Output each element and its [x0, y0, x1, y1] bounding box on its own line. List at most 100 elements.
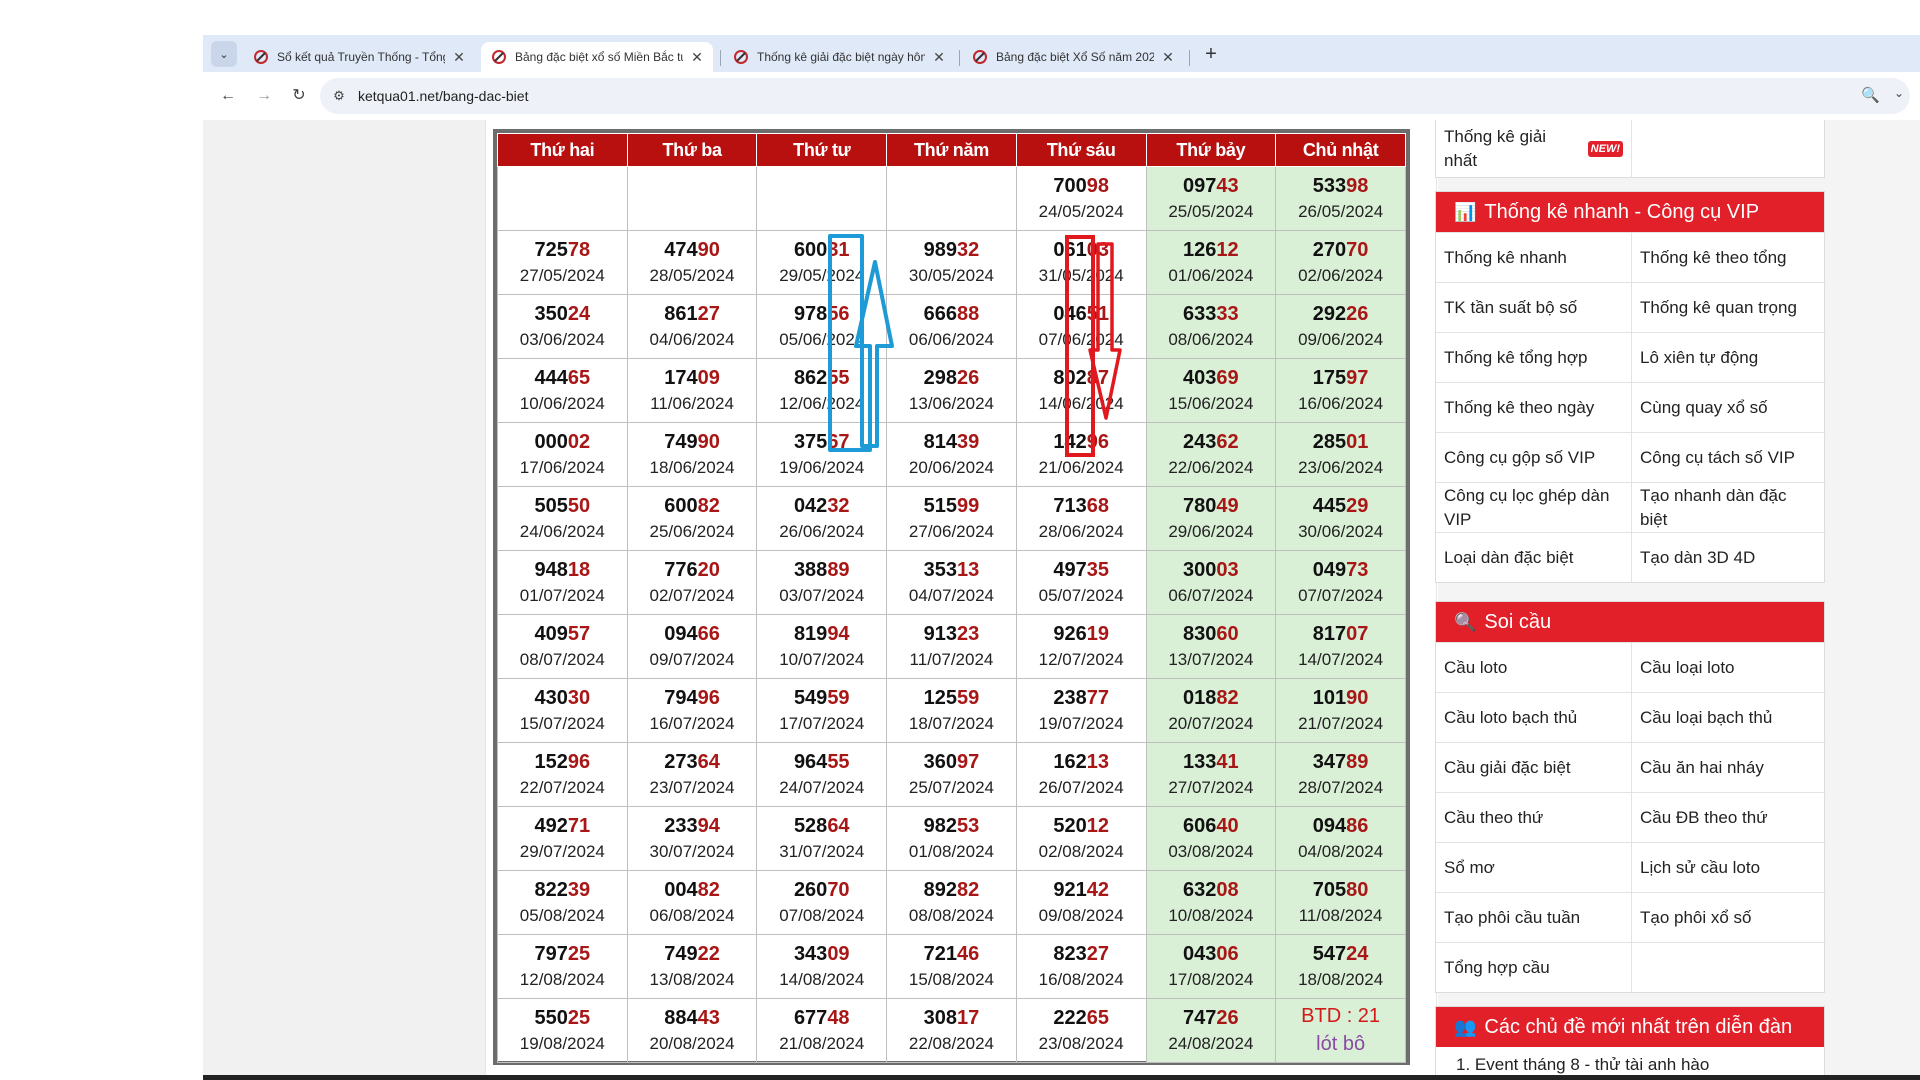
reload-button[interactable]: ↻: [287, 84, 311, 108]
site-favicon-icon: [734, 50, 748, 64]
sidebar-link[interactable]: Tạo dàn 3D 4D: [1631, 532, 1826, 582]
tab-bang-dac-biet-2024[interactable]: Bảng đặc biệt Xổ Số năm 2024 ✕: [962, 42, 1184, 72]
result-cell: 04306 17/08/2024: [1145, 934, 1277, 999]
prize-number: 04973: [1276, 557, 1405, 583]
prize-number: 09466: [628, 621, 757, 647]
forward-button[interactable]: →: [252, 84, 276, 108]
sidebar-link[interactable]: Cầu giải đặc biệt: [1436, 742, 1631, 792]
close-icon[interactable]: ✕: [931, 49, 947, 66]
result-cell: 97856 05/06/2024: [756, 294, 888, 359]
site-info-icon[interactable]: ⚙: [330, 87, 348, 105]
sidebar-link[interactable]: Thống kê quan trọng: [1631, 282, 1826, 332]
tab-bang-dac-biet[interactable]: Bảng đặc biệt xổ số Miền Bắc tu ✕: [481, 42, 713, 72]
sidebar-link[interactable]: Cầu loại bạch thủ: [1631, 692, 1826, 742]
back-button[interactable]: ←: [216, 84, 240, 108]
prize-number-head: 174: [664, 366, 698, 389]
draw-date: 21/07/2024: [1298, 713, 1384, 733]
close-icon[interactable]: ✕: [1160, 49, 1176, 66]
prize-number-tail: 82: [697, 878, 720, 901]
address-bar[interactable]: ⚙ ketqua01.net/bang-dac-biet 🔍 ⌄: [320, 78, 1910, 114]
sidebar-link[interactable]: Tạo phôi xổ số: [1631, 892, 1826, 942]
sidebar-link[interactable]: TK tần suất bộ số: [1436, 282, 1631, 332]
close-icon[interactable]: ✕: [689, 49, 705, 66]
sidebar-link[interactable]: Cầu loto bạch thủ: [1436, 692, 1631, 742]
prize-number: 55025: [498, 1005, 627, 1031]
zoom-icon[interactable]: 🔍: [1861, 86, 1880, 104]
tab-thong-ke[interactable]: Thống kê giải đặc biệt ngày hôm ✕: [723, 42, 955, 72]
sidebar-link[interactable]: Tạo nhanh dàn đặc biệt: [1631, 482, 1826, 532]
prize-number-tail: 06: [1216, 942, 1239, 965]
bar-chart-icon: 📊: [1454, 201, 1477, 222]
sidebar-link[interactable]: Thống kê theo ngày: [1436, 382, 1631, 432]
result-cell: 79496 16/07/2024: [626, 678, 758, 743]
sidebar-link[interactable]: Công cụ lọc ghép dàn VIP: [1436, 482, 1631, 532]
sidebar-link[interactable]: Cầu ĐB theo thứ: [1631, 792, 1826, 842]
search-icon: 🔍: [1454, 611, 1477, 632]
result-cell: 35313 04/07/2024: [886, 550, 1017, 615]
prize-number: 81994: [757, 621, 886, 647]
prize-number-tail: 22: [697, 942, 720, 965]
sidebar-link[interactable]: Cầu loto: [1436, 642, 1631, 692]
table-header-row: Thứ hai Thứ ba Thứ tư Thứ năm Thứ sáu Thứ bảy…: [497, 133, 1406, 167]
sidebar-link[interactable]: Tổng hợp cầu: [1436, 942, 1631, 992]
prize-number-head: 222: [1053, 1006, 1087, 1029]
sidebar-link[interactable]: Thống kê theo tổng: [1631, 232, 1826, 282]
draw-date: 14/08/2024: [779, 969, 865, 989]
sidebar-link[interactable]: Cầu ăn hai nháy: [1631, 742, 1826, 792]
sidebar-link[interactable]: Loại dàn đặc biệt: [1436, 532, 1631, 582]
sidebar-link-giai-nhat[interactable]: Thống kê giải nhất NEW!: [1436, 120, 1631, 178]
sidebar-link[interactable]: Công cụ tách số VIP: [1631, 432, 1826, 482]
tab-so-ket-qua[interactable]: Sổ kết quả Truyền Thống - Tổng ✕: [243, 42, 475, 72]
prize-number-head: 125: [923, 686, 958, 709]
prize-number-tail: 67: [827, 430, 850, 453]
result-cell: 77620 02/07/2024: [626, 550, 758, 615]
draw-date: 08/06/2024: [1168, 329, 1254, 349]
new-tab-button[interactable]: +: [1198, 41, 1224, 67]
result-cell: 72578 27/05/2024: [497, 230, 628, 295]
draw-date: 08/08/2024: [908, 905, 994, 925]
sidebar-link[interactable]: Lô xiên tự động: [1631, 332, 1826, 382]
prize-number-head: 989: [923, 238, 958, 261]
draw-date: 11/06/2024: [650, 393, 734, 413]
prize-number-tail: 98: [1086, 174, 1109, 197]
draw-date: 30/07/2024: [649, 841, 735, 861]
prize-number-head: 725: [534, 238, 568, 261]
sidebar-link[interactable]: Thống kê nhanh: [1436, 232, 1631, 282]
prize-number-tail: 27: [1086, 942, 1109, 965]
sidebar-link[interactable]: Lịch sử cầu loto: [1631, 842, 1826, 892]
prize-number-head: 350: [534, 302, 568, 325]
sidebar-link[interactable]: Tạo phôi cầu tuần: [1436, 892, 1631, 942]
table-row: 43030 15/07/2024 79496 16/07/2024 54959 17/07…: [497, 678, 1406, 743]
sidebar-link[interactable]: Cùng quay xổ số: [1631, 382, 1826, 432]
draw-date: 07/08/2024: [779, 905, 865, 925]
prize-number-head: 964: [793, 750, 828, 773]
prize-number-tail: 42: [1086, 878, 1109, 901]
result-cell: 52864 31/07/2024: [756, 806, 888, 871]
draw-date: 10/08/2024: [1168, 905, 1254, 925]
prize-number-head: 533: [1312, 174, 1347, 197]
result-cell: 63333 08/06/2024: [1145, 294, 1277, 359]
sidebar-link[interactable]: Cầu loại loto: [1631, 642, 1826, 692]
result-cell: 26070 07/08/2024: [756, 870, 888, 935]
column-header: Thứ bảy: [1145, 133, 1277, 167]
soi-cau-box: 🔍 Soi cầu Cầu loto Cầu loại loto Cầu loto …: [1435, 601, 1826, 993]
chevron-down-icon[interactable]: ⌄: [1894, 86, 1904, 100]
sidebar-link[interactable]: Thống kê tổng hợp: [1436, 332, 1631, 382]
result-cell: 81439 20/06/2024: [886, 422, 1017, 487]
arrow-right-icon: →: [256, 87, 272, 104]
prize-number: 00482: [628, 877, 757, 903]
prize-number-head: 600: [664, 494, 698, 517]
tab-search-button[interactable]: ⌄: [211, 41, 237, 67]
sidebar-link[interactable]: Sổ mơ: [1436, 842, 1631, 892]
prize-number-head: 101: [1312, 686, 1347, 709]
prize-number-head: 094: [664, 622, 698, 645]
prize-number-head: 550: [534, 1006, 568, 1029]
table-row: 55025 19/08/2024 88443 20/08/2024 67748 21/08…: [497, 998, 1406, 1063]
prize-number-tail: 57: [567, 622, 591, 645]
prize-number: 16213: [1017, 749, 1146, 775]
sidebar-link[interactable]: Công cụ gộp số VIP: [1436, 432, 1631, 482]
sidebar-link[interactable]: Cầu theo thứ: [1436, 792, 1631, 842]
prize-number: 04306: [1147, 941, 1276, 967]
close-icon[interactable]: ✕: [451, 49, 467, 66]
url-text[interactable]: ketqua01.net/bang-dac-biet: [358, 88, 528, 104]
